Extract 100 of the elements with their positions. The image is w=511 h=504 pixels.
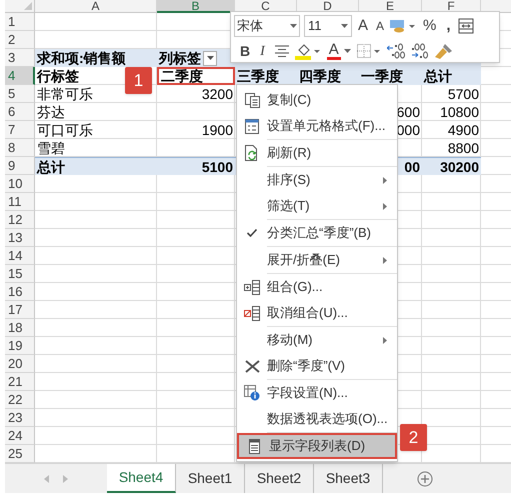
row-header[interactable]: 22 bbox=[5, 391, 35, 409]
font-color-button[interactable]: A bbox=[326, 42, 341, 60]
table-cell-text: 1900 bbox=[200, 122, 234, 138]
menu-item[interactable]: 展开/折叠(E) bbox=[237, 247, 397, 273]
column-header[interactable]: B bbox=[157, 0, 235, 13]
percent-button[interactable]: % bbox=[420, 14, 440, 38]
sheet-tab[interactable]: Sheet3 bbox=[314, 464, 383, 493]
menu-item[interactable]: 取消组合(U)... bbox=[237, 300, 397, 326]
table-cell-text: 5100 bbox=[200, 158, 234, 174]
table-cell-text: 可口可乐 bbox=[36, 122, 94, 138]
row-header[interactable]: 14 bbox=[5, 247, 35, 265]
decrease-decimal-icon[interactable] bbox=[410, 43, 429, 59]
row-header[interactable]: 4 bbox=[5, 67, 35, 85]
table-cell-text: 00 bbox=[403, 158, 421, 174]
refresh-icon bbox=[244, 145, 260, 161]
font-size-dropdown[interactable]: 11 bbox=[304, 15, 352, 37]
row-header[interactable]: 8 bbox=[5, 139, 35, 157]
table-cell: 二季度 bbox=[157, 67, 235, 85]
italic-button[interactable]: I bbox=[256, 40, 269, 62]
row-header[interactable]: 17 bbox=[5, 301, 35, 319]
dropdown-arrow-icon bbox=[290, 24, 297, 28]
table-cell-text: 4900 bbox=[446, 122, 480, 138]
row-header[interactable]: 6 bbox=[5, 103, 35, 121]
dropdown-arrow-icon bbox=[341, 24, 348, 28]
table-cell-text: 求和项:销售额 bbox=[36, 50, 127, 66]
callout-number: 2 bbox=[400, 424, 427, 451]
dropdown-arrow-icon bbox=[206, 56, 214, 60]
table-cell-text: 雪碧 bbox=[36, 140, 66, 156]
table-cell-text: 10800 bbox=[439, 104, 480, 120]
grow-font-button[interactable]: A bbox=[356, 14, 370, 38]
table-cell-text: 列标签 bbox=[158, 50, 202, 66]
menu-item[interactable]: 移动(M) bbox=[237, 327, 397, 353]
filter-dropdown-button[interactable] bbox=[203, 50, 217, 66]
table-cell-text: 总计 bbox=[36, 158, 66, 174]
menu-item[interactable]: 删除“季度”(V) bbox=[237, 353, 397, 379]
row-header[interactable]: 5 bbox=[5, 85, 35, 103]
menu-item[interactable]: 复制(C) bbox=[237, 87, 397, 113]
increase-decimal-icon[interactable] bbox=[386, 43, 405, 59]
table-cell-text: 5700 bbox=[446, 86, 480, 102]
row-header[interactable]: 24 bbox=[5, 427, 35, 445]
menu-item[interactable]: 组合(G)... bbox=[237, 274, 397, 300]
menu-item[interactable]: 设置单元格格式(F)... bbox=[237, 113, 397, 139]
column-header[interactable]: A bbox=[35, 0, 157, 13]
callout-number: 1 bbox=[125, 67, 152, 94]
row-header[interactable]: 13 bbox=[5, 229, 35, 247]
fill-color-icon[interactable] bbox=[294, 42, 321, 60]
table-cell-text: 三季度 bbox=[236, 68, 280, 84]
merge-cells-icon[interactable] bbox=[458, 18, 474, 34]
row-header[interactable]: 15 bbox=[5, 265, 35, 283]
field-settings-icon bbox=[244, 385, 260, 401]
ungroup-icon bbox=[244, 306, 260, 320]
accounting-format-icon[interactable] bbox=[390, 18, 416, 34]
menu-item[interactable]: 筛选(T) bbox=[237, 193, 397, 219]
row-header[interactable]: 21 bbox=[5, 373, 35, 391]
row-header[interactable]: 20 bbox=[5, 355, 35, 373]
sheet-tab[interactable]: Sheet1 bbox=[176, 464, 245, 493]
borders-icon[interactable] bbox=[356, 44, 381, 58]
row-header[interactable]: 2 bbox=[5, 31, 35, 49]
group-icon bbox=[244, 280, 260, 294]
row-header[interactable]: 12 bbox=[5, 211, 35, 229]
row-header[interactable]: 18 bbox=[5, 319, 35, 337]
bold-button[interactable]: B bbox=[240, 40, 250, 62]
sheet-tab[interactable]: Sheet4 bbox=[107, 464, 176, 493]
row-header[interactable]: 10 bbox=[5, 175, 35, 193]
add-sheet-icon[interactable] bbox=[417, 470, 433, 486]
menu-item[interactable]: 刷新(R) bbox=[237, 140, 397, 166]
table-cell-text: 四季度 bbox=[298, 68, 342, 84]
row-header[interactable]: 7 bbox=[5, 121, 35, 139]
row-header[interactable]: 23 bbox=[5, 409, 35, 427]
shrink-font-button[interactable]: A bbox=[374, 17, 386, 35]
field-list-icon bbox=[248, 438, 260, 454]
comma-button[interactable]: , bbox=[443, 14, 454, 38]
row-header[interactable]: 11 bbox=[5, 193, 35, 211]
format-cells-icon bbox=[245, 118, 259, 134]
table-cell-text: 非常可乐 bbox=[36, 86, 94, 102]
table-cell-text: 芬达 bbox=[36, 104, 66, 120]
table-cell-text: 000 bbox=[396, 122, 421, 138]
row-header[interactable]: 25 bbox=[5, 445, 35, 463]
row-header[interactable]: 19 bbox=[5, 337, 35, 355]
table-cell-text: 一季度 bbox=[360, 68, 404, 84]
menu-item[interactable]: 分类汇总“季度”(B) bbox=[237, 220, 397, 246]
align-center-icon[interactable] bbox=[274, 45, 289, 57]
menu-item[interactable]: 数据透视表选项(O)... bbox=[237, 406, 397, 432]
copy-icon bbox=[244, 92, 260, 108]
delete-icon bbox=[244, 360, 260, 372]
menu-item[interactable]: 显示字段列表(D) bbox=[237, 433, 397, 459]
table-cell-text: 行标签 bbox=[36, 68, 80, 84]
table-cell-text: 3200 bbox=[200, 86, 234, 102]
row-header[interactable]: 16 bbox=[5, 283, 35, 301]
dropdown-arrow-icon bbox=[344, 49, 351, 53]
menu-item[interactable]: 字段设置(N)... bbox=[237, 380, 397, 406]
row-header[interactable]: 1 bbox=[5, 13, 35, 31]
sheet-tab[interactable]: Sheet2 bbox=[245, 464, 314, 493]
row-header[interactable]: 9 bbox=[5, 157, 35, 175]
font-name-dropdown[interactable]: 宋体 bbox=[234, 15, 300, 37]
format-painter-icon[interactable] bbox=[434, 43, 453, 59]
menu-item[interactable]: 排序(S) bbox=[237, 167, 397, 193]
row-header[interactable]: 3 bbox=[5, 49, 35, 67]
table-cell-text: 总计 bbox=[422, 68, 453, 84]
table-cell-text: 600 bbox=[396, 104, 421, 120]
